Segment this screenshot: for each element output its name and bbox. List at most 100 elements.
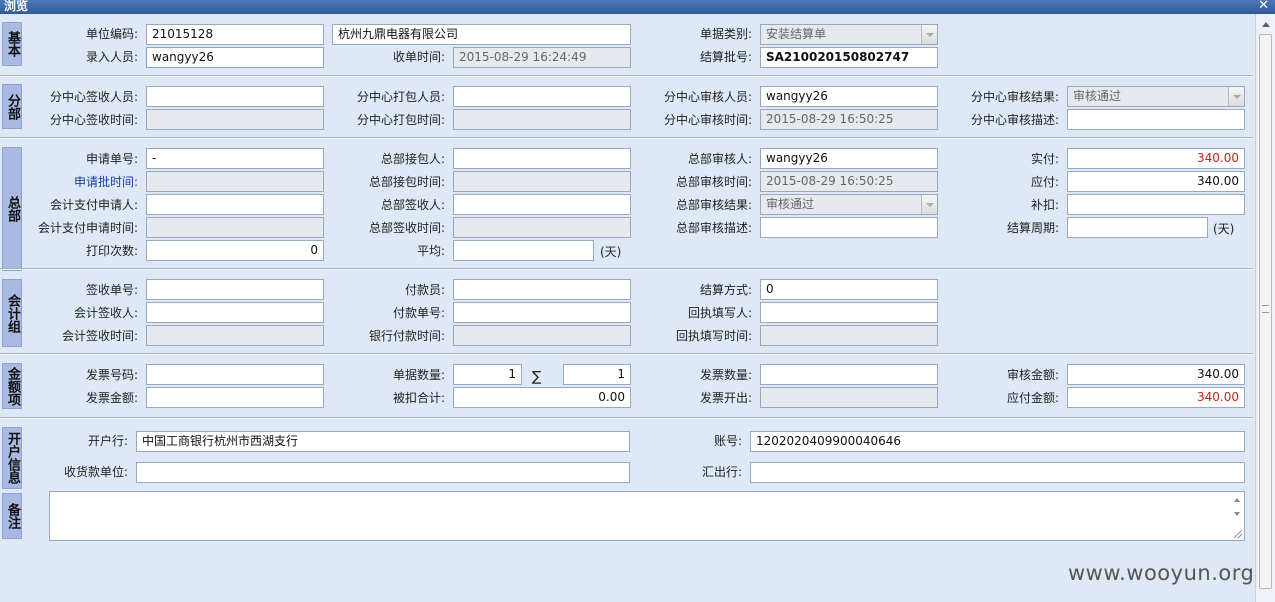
payer-field[interactable] bbox=[453, 279, 631, 300]
invoice-issued-label: 发票开出: bbox=[699, 391, 752, 405]
acct-applicant-field[interactable] bbox=[146, 194, 324, 215]
receipt-writer-field[interactable] bbox=[760, 302, 938, 323]
branch-review-result-value: 审核通过 bbox=[1073, 89, 1122, 103]
invoice-amount-field[interactable] bbox=[146, 387, 324, 408]
close-icon[interactable]: ✕ bbox=[1258, 0, 1269, 12]
average-unit: (天) bbox=[600, 245, 622, 259]
apply-no-field[interactable]: - bbox=[146, 148, 324, 169]
hq-sign-time-field[interactable] bbox=[453, 217, 631, 238]
hq-pack-recv-label: 总部接包人: bbox=[380, 152, 445, 166]
invoice-count-label: 发票数量: bbox=[699, 368, 752, 382]
doc-type-select[interactable]: 安装结算单 bbox=[760, 24, 938, 45]
invoice-no-field[interactable] bbox=[146, 364, 324, 385]
chevron-down-icon[interactable] bbox=[1228, 87, 1244, 106]
scroll-down-icon[interactable] bbox=[1234, 512, 1240, 516]
scroll-up-icon[interactable] bbox=[1234, 498, 1240, 502]
payable-amount-field[interactable]: 340.00 bbox=[1067, 387, 1245, 408]
account-field[interactable]: 1202020409900040646 bbox=[750, 431, 1245, 452]
remit-bank-label: 汇出行: bbox=[701, 465, 742, 479]
hq-review-result-label: 总部审核结果: bbox=[675, 198, 752, 212]
average-field[interactable] bbox=[453, 240, 594, 261]
sign-no-field[interactable] bbox=[146, 279, 324, 300]
chevron-down-icon[interactable] bbox=[921, 195, 937, 214]
hq-sign-person-field[interactable] bbox=[453, 194, 631, 215]
hq-pack-recv-time-field[interactable] bbox=[453, 171, 631, 192]
hq-reviewer-field[interactable]: wangyy26 bbox=[760, 148, 938, 169]
receive-time-label: 收单时间: bbox=[392, 50, 445, 64]
hq-pack-recv-field[interactable] bbox=[453, 148, 631, 169]
scroll-up-arrow-icon[interactable] bbox=[1262, 22, 1270, 27]
settle-period-field[interactable] bbox=[1067, 217, 1208, 238]
branch-review-desc-label: 分中心审核描述: bbox=[970, 113, 1059, 127]
branch-review-person-field[interactable]: wangyy26 bbox=[760, 86, 938, 107]
window-title: 浏览 bbox=[4, 0, 29, 13]
remarks-textarea[interactable] bbox=[49, 491, 1245, 541]
invoice-count-field[interactable] bbox=[760, 364, 938, 385]
watermark: www.wooyun.org bbox=[1068, 561, 1255, 585]
apply-no-label: 申请单号: bbox=[85, 152, 138, 166]
receive-time-field[interactable]: 2015-08-29 16:24:49 bbox=[453, 47, 631, 68]
settle-method-field[interactable]: 0 bbox=[760, 279, 938, 300]
payee-field[interactable] bbox=[136, 462, 630, 483]
branch-sign-person-field[interactable] bbox=[146, 86, 324, 107]
branch-review-result-select[interactable]: 审核通过 bbox=[1067, 86, 1245, 107]
account-label: 账号: bbox=[713, 434, 742, 448]
form-area: 基本 单位编码: 21015128 杭州九鼎电器有限公司 单据类别: 安装结算单… bbox=[0, 14, 1255, 602]
hq-review-desc-field[interactable] bbox=[760, 217, 938, 238]
bank-label: 开户行: bbox=[87, 434, 128, 448]
branch-pack-time-field[interactable] bbox=[453, 109, 631, 130]
bank-pay-time-label: 银行付款时间: bbox=[368, 329, 445, 343]
branch-pack-person-label: 分中心打包人员: bbox=[356, 90, 445, 104]
actual-pay-label: 实付: bbox=[1030, 152, 1059, 166]
resize-grip-icon[interactable] bbox=[1234, 530, 1242, 538]
remit-bank-field[interactable] bbox=[750, 462, 1245, 483]
print-count-field[interactable]: 0 bbox=[146, 240, 324, 261]
deducted-total-field[interactable]: 0.00 bbox=[453, 387, 631, 408]
acct-applicant-label: 会计支付申请人: bbox=[49, 198, 138, 212]
vertical-scrollbar[interactable] bbox=[1255, 14, 1275, 602]
receipt-time-field[interactable] bbox=[760, 325, 938, 346]
payable-amount-label: 应付金额: bbox=[1006, 391, 1059, 405]
acct-apply-time-field[interactable] bbox=[146, 217, 324, 238]
payer-label: 付款员: bbox=[404, 283, 445, 297]
branch-sign-time-field[interactable] bbox=[146, 109, 324, 130]
bank-pay-time-field[interactable] bbox=[453, 325, 631, 346]
hq-review-result-select[interactable]: 审核通过 bbox=[760, 194, 938, 215]
apply-batch-time-field[interactable] bbox=[146, 171, 324, 192]
branch-sign-time-label: 分中心签收时间: bbox=[49, 113, 138, 127]
hq-sign-time-label: 总部签收时间: bbox=[368, 221, 445, 235]
doc-count-sum-field[interactable]: 1 bbox=[563, 364, 631, 385]
unit-code-field[interactable]: 21015128 bbox=[146, 24, 324, 45]
section-divider bbox=[0, 417, 1253, 419]
pay-no-field[interactable] bbox=[453, 302, 631, 323]
doc-count-field[interactable]: 1 bbox=[453, 364, 522, 385]
branch-review-time-field[interactable]: 2015-08-29 16:50:25 bbox=[760, 109, 938, 130]
branch-review-desc-field[interactable] bbox=[1067, 109, 1245, 130]
review-amount-field[interactable]: 340.00 bbox=[1067, 364, 1245, 385]
chevron-down-icon[interactable] bbox=[921, 25, 937, 44]
entry-person-field[interactable]: wangyy26 bbox=[146, 47, 324, 68]
invoice-no-label: 发票号码: bbox=[85, 368, 138, 382]
payable-field[interactable]: 340.00 bbox=[1067, 171, 1245, 192]
doc-type-value: 安装结算单 bbox=[766, 27, 827, 41]
bank-field[interactable]: 中国工商银行杭州市西湖支行 bbox=[136, 431, 630, 452]
section-divider bbox=[0, 75, 1253, 77]
batch-no-field[interactable]: SA210020150802747 bbox=[760, 47, 938, 68]
unit-name-field[interactable]: 杭州九鼎电器有限公司 bbox=[332, 24, 631, 45]
section-divider bbox=[0, 268, 1253, 270]
deduct-field[interactable] bbox=[1067, 194, 1245, 215]
receipt-writer-label: 回执填写人: bbox=[687, 306, 752, 320]
section-label-remarks: 备注 bbox=[2, 493, 22, 539]
scrollbar-thumb[interactable] bbox=[1259, 34, 1272, 589]
acct-sign-time-field[interactable] bbox=[146, 325, 324, 346]
acct-apply-time-label: 会计支付申请时间: bbox=[37, 221, 138, 235]
hq-review-time-field[interactable]: 2015-08-29 16:50:25 bbox=[760, 171, 938, 192]
acct-signer-field[interactable] bbox=[146, 302, 324, 323]
actual-pay-field[interactable]: 340.00 bbox=[1067, 148, 1245, 169]
section-label-hq: 总部 bbox=[2, 147, 22, 271]
print-count-label: 打印次数: bbox=[85, 244, 138, 258]
invoice-issued-field[interactable] bbox=[760, 387, 938, 408]
branch-pack-person-field[interactable] bbox=[453, 86, 631, 107]
payee-label: 收货款单位: bbox=[63, 465, 128, 479]
section-divider bbox=[0, 137, 1253, 139]
